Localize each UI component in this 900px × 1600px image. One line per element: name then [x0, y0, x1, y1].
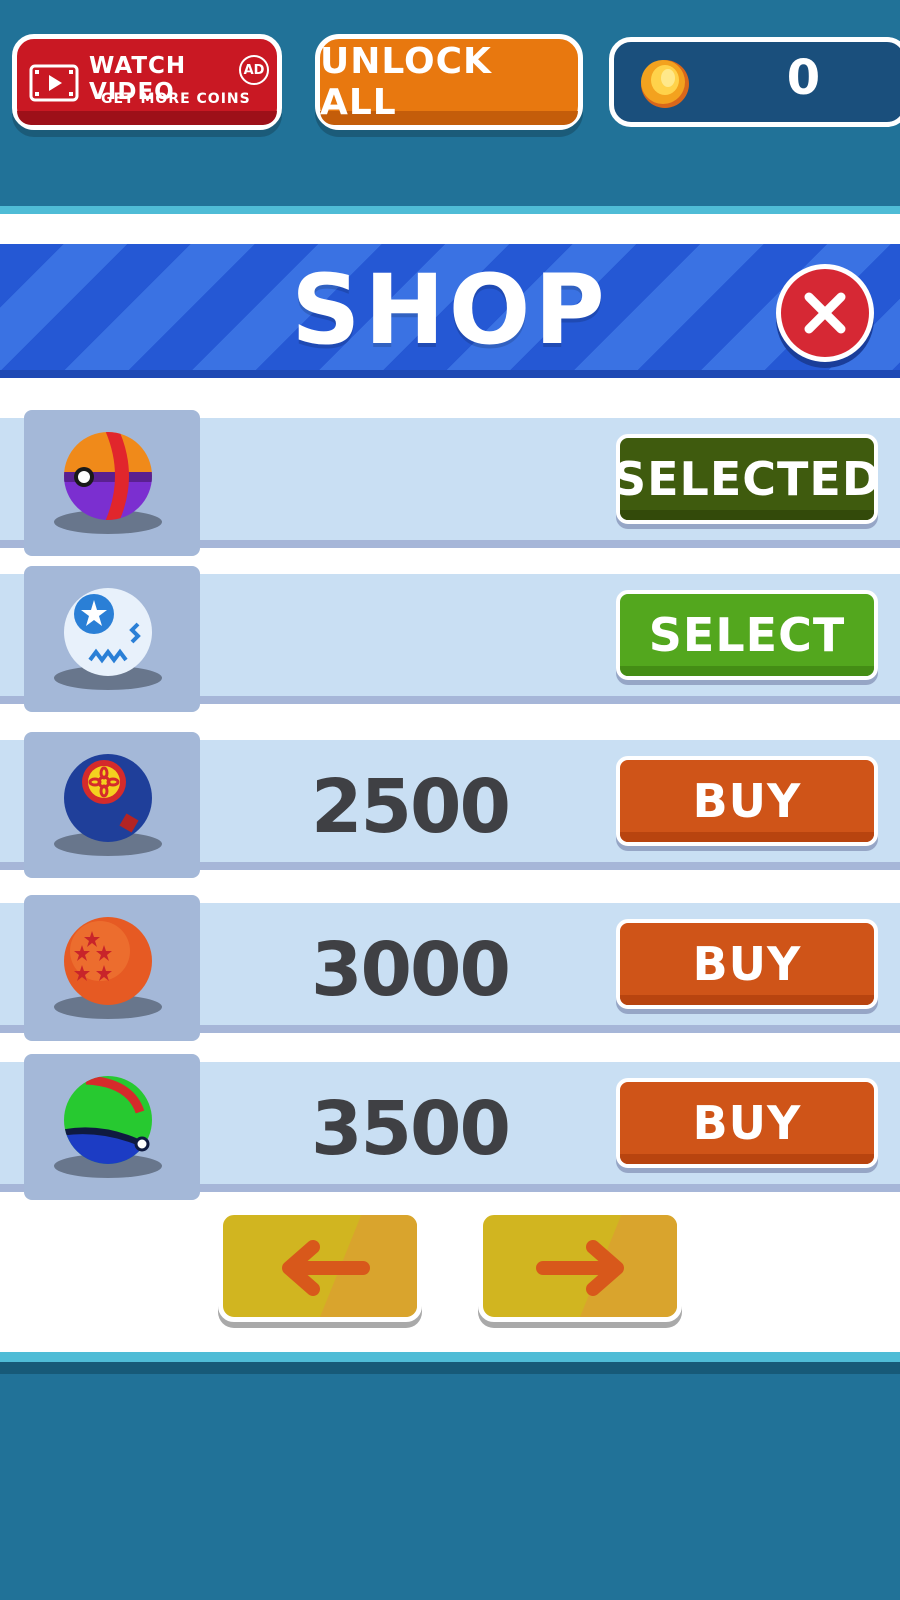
button-shade	[620, 1154, 874, 1164]
buy-button[interactable]: BUY	[616, 756, 878, 846]
blue-flower-ball-icon	[64, 754, 152, 842]
item-thumbnail	[24, 566, 200, 712]
unlock-all-label: UNLOCK ALL	[320, 41, 492, 123]
button-shade	[620, 666, 874, 676]
shop-item-row: SELECT	[0, 566, 900, 712]
white-blue-star-ball-icon	[64, 588, 152, 676]
action-label: BUY	[692, 774, 802, 828]
prev-page-button[interactable]	[218, 1210, 422, 1322]
coin-icon	[641, 60, 689, 108]
shop-item-row: 2500 BUY	[0, 732, 900, 878]
shop-item-row: 3500 BUY	[0, 1054, 900, 1200]
next-page-button[interactable]	[478, 1210, 682, 1322]
action-label: BUY	[692, 1096, 802, 1150]
coin-counter: 0	[609, 37, 900, 127]
selected-button[interactable]: SELECTED	[612, 434, 882, 524]
item-thumbnail	[24, 732, 200, 878]
ad-badge: AD	[239, 55, 269, 85]
close-button[interactable]	[776, 264, 874, 362]
item-price: 3000	[311, 927, 511, 1013]
select-button[interactable]: SELECT	[616, 590, 878, 680]
panel-shadow	[0, 1362, 900, 1374]
action-label: SELECT	[648, 608, 846, 662]
item-price: 2500	[311, 764, 511, 850]
watch-video-subtitle: GET MORE COINS	[101, 91, 251, 107]
coin-count: 0	[786, 50, 822, 106]
shop-item-row: SELECTED	[0, 410, 900, 556]
arrow-right-icon	[536, 1240, 624, 1296]
close-x-icon	[804, 292, 846, 334]
item-thumbnail	[24, 410, 200, 556]
buy-button[interactable]: BUY	[616, 1078, 878, 1168]
orange-star-ball-icon	[64, 917, 152, 1005]
action-label: BUY	[692, 937, 802, 991]
button-shade	[620, 832, 874, 842]
shop-title: SHOP	[291, 254, 609, 366]
buy-button[interactable]: BUY	[616, 919, 878, 1009]
button-shade	[620, 510, 874, 520]
orange-purple-ball-icon	[64, 432, 152, 520]
film-play-icon	[29, 64, 79, 102]
watch-video-button[interactable]: WATCH VIDEO AD GET MORE COINS	[12, 34, 282, 130]
action-label: SELECTED	[612, 452, 882, 506]
unlock-all-button[interactable]: UNLOCK ALL	[315, 34, 583, 130]
item-thumbnail	[24, 1054, 200, 1200]
item-thumbnail	[24, 895, 200, 1041]
button-shade	[620, 995, 874, 1005]
button-shade	[17, 111, 277, 125]
item-price: 3500	[311, 1086, 511, 1172]
arrow-left-icon	[282, 1240, 370, 1296]
green-blue-ball-icon	[64, 1076, 152, 1164]
shop-item-row: 3000 BUY	[0, 895, 900, 1041]
